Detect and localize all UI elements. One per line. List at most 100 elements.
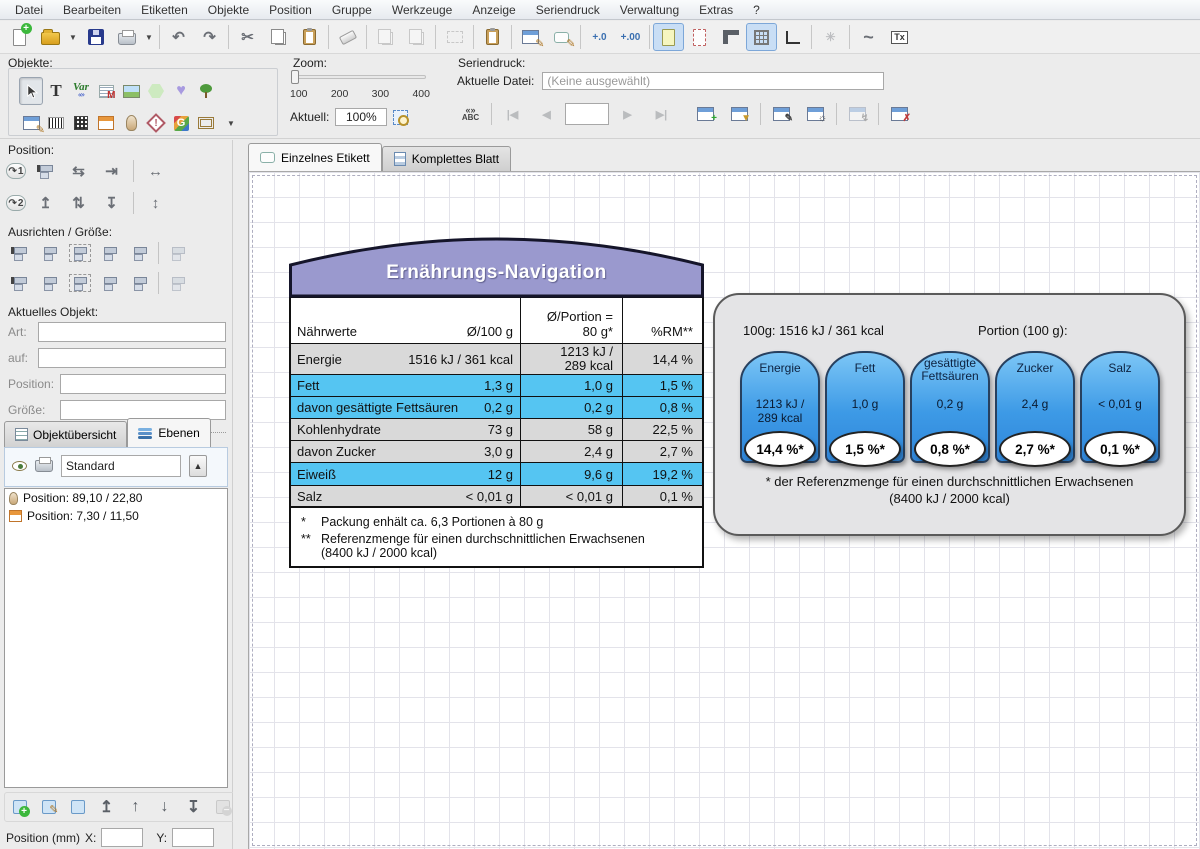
- menu-extras[interactable]: Extras: [690, 1, 742, 19]
- x-input[interactable]: [101, 828, 143, 847]
- bring-forward-button[interactable]: ↑: [122, 794, 149, 820]
- frame-tool[interactable]: [194, 109, 218, 137]
- tab-einzelnes-etikett[interactable]: Einzelnes Etikett: [248, 143, 382, 171]
- same-height-button[interactable]: [164, 270, 191, 296]
- clipart-tool[interactable]: [194, 77, 218, 105]
- same-width-button[interactable]: [164, 240, 191, 266]
- record-next-button[interactable]: ▶: [612, 100, 643, 128]
- tab-komplettes-blatt[interactable]: Komplettes Blatt: [382, 146, 511, 171]
- print-button[interactable]: [111, 23, 142, 51]
- data-new-button[interactable]: +: [690, 100, 721, 128]
- zoom-fit-icon[interactable]: [393, 110, 408, 125]
- data-open-button[interactable]: ▼: [724, 100, 755, 128]
- zoom-slider-track[interactable]: [293, 75, 426, 79]
- label-border-toggle[interactable]: [684, 23, 715, 51]
- open-file-dropdown[interactable]: ▼: [66, 23, 80, 51]
- merge-preview-button[interactable]: «»ABC: [455, 100, 486, 128]
- layer-name-input[interactable]: [61, 455, 181, 477]
- menu-werkzeuge[interactable]: Werkzeuge: [383, 1, 461, 19]
- save-button[interactable]: [80, 23, 111, 51]
- align-center-v-button[interactable]: ⇅: [65, 190, 92, 216]
- menu-seriendruck[interactable]: Seriendruck: [527, 1, 609, 19]
- guides-toggle[interactable]: [777, 23, 808, 51]
- menu-gruppe[interactable]: Gruppe: [323, 1, 381, 19]
- heart-shape-tool[interactable]: ♥: [169, 77, 193, 105]
- text-frame-button[interactable]: Tx: [884, 23, 915, 51]
- stretch-width-button[interactable]: ↔: [142, 158, 169, 184]
- redo-button[interactable]: ↷: [194, 23, 225, 51]
- menu-verwaltung[interactable]: Verwaltung: [611, 1, 688, 19]
- record-first-button[interactable]: |◀: [497, 100, 528, 128]
- qrcode-tool[interactable]: [69, 109, 93, 137]
- align-objects-right-button[interactable]: [126, 240, 153, 266]
- new-document-button[interactable]: +: [4, 23, 35, 51]
- data-process-button[interactable]: ↯: [842, 100, 873, 128]
- distribute-h-button[interactable]: [96, 240, 123, 266]
- layer-add-button[interactable]: +: [6, 794, 33, 820]
- visibility-eye-icon[interactable]: [12, 461, 27, 471]
- tab-objektuebersicht[interactable]: Objektübersicht: [4, 421, 127, 447]
- curve-tool-button[interactable]: ~: [853, 23, 884, 51]
- open-file-button[interactable]: [35, 23, 66, 51]
- gda-panel-object[interactable]: 100g: 1516 kJ / 361 kcal Portion (100 g)…: [713, 293, 1186, 536]
- copy-button[interactable]: [263, 23, 294, 51]
- menu-objekte[interactable]: Objekte: [199, 1, 258, 19]
- stretch-height-button[interactable]: ↕: [142, 190, 169, 216]
- layer-print-icon[interactable]: [35, 460, 53, 472]
- text-tool[interactable]: T: [44, 77, 68, 105]
- layer-remove-button[interactable]: −: [209, 794, 236, 820]
- variable-text-tool[interactable]: Var«»: [69, 77, 93, 105]
- align-right-edge-button[interactable]: ⇥: [98, 158, 125, 184]
- layer-select-button[interactable]: [64, 794, 91, 820]
- align-bottom-edge-button[interactable]: ↧: [98, 190, 125, 216]
- print-dropdown[interactable]: ▼: [142, 23, 156, 51]
- obj-size-input[interactable]: [60, 400, 226, 420]
- select-tool[interactable]: [19, 77, 43, 105]
- warning-symbol-tool[interactable]: !: [144, 109, 168, 137]
- list-item[interactable]: Position: 7,30 / 11,50: [5, 507, 227, 525]
- align-left-edge-button[interactable]: [32, 158, 59, 184]
- art-input[interactable]: [38, 322, 226, 342]
- undo-button[interactable]: ↶: [163, 23, 194, 51]
- paste-button[interactable]: [294, 23, 325, 51]
- cut-button[interactable]: ✂: [232, 23, 263, 51]
- y-input[interactable]: [172, 828, 214, 847]
- position-preset-2[interactable]: ↷2: [6, 195, 26, 211]
- label-background-toggle[interactable]: [653, 23, 684, 51]
- gda-object-tool[interactable]: G: [169, 109, 193, 137]
- auf-input[interactable]: [38, 348, 226, 368]
- polygon-tool[interactable]: [144, 77, 168, 105]
- data-edit-button[interactable]: ✎: [766, 100, 797, 128]
- duplicate-button[interactable]: [401, 23, 432, 51]
- current-file-input[interactable]: [542, 72, 884, 90]
- menu-datei[interactable]: Datei: [6, 1, 52, 19]
- send-backward-button[interactable]: ↓: [151, 794, 178, 820]
- layer-edit-button[interactable]: ✎: [35, 794, 62, 820]
- record-number-input[interactable]: [565, 103, 609, 125]
- record-prev-button[interactable]: ◀: [531, 100, 562, 128]
- edit-note-button[interactable]: ✎: [546, 23, 577, 51]
- align-objects-middle-label-button[interactable]: [66, 270, 93, 296]
- distribute-v-button[interactable]: [96, 270, 123, 296]
- design-canvas[interactable]: Ernährungs-Navigation NährwerteØ/100 g Ø…: [248, 171, 1200, 849]
- bring-to-front-button[interactable]: ↥: [93, 794, 120, 820]
- menu-etiketten[interactable]: Etiketten: [132, 1, 197, 19]
- align-objects-top-button[interactable]: [6, 270, 33, 296]
- form-tool[interactable]: [94, 109, 118, 137]
- position-preset-1[interactable]: ↷1: [6, 163, 26, 179]
- decimal-remove-button[interactable]: +.00: [615, 23, 646, 51]
- align-objects-center-h-button[interactable]: [36, 240, 63, 266]
- paste-special-button[interactable]: [477, 23, 508, 51]
- capsule-shape-tool[interactable]: [119, 109, 143, 137]
- image-tool[interactable]: [119, 77, 143, 105]
- serial-text-tool[interactable]: M: [94, 77, 118, 105]
- data-remove-button[interactable]: ✗: [884, 100, 915, 128]
- record-last-button[interactable]: ▶|: [646, 100, 677, 128]
- nutrition-table-object[interactable]: Ernährungs-Navigation NährwerteØ/100 g Ø…: [289, 238, 704, 568]
- menu-anzeige[interactable]: Anzeige: [463, 1, 524, 19]
- align-center-h-button[interactable]: ⇆: [65, 158, 92, 184]
- ruler-toggle[interactable]: [715, 23, 746, 51]
- tab-ebenen[interactable]: Ebenen: [127, 418, 210, 447]
- zoom-slider-thumb[interactable]: [291, 70, 299, 84]
- menu-bearbeiten[interactable]: Bearbeiten: [54, 1, 130, 19]
